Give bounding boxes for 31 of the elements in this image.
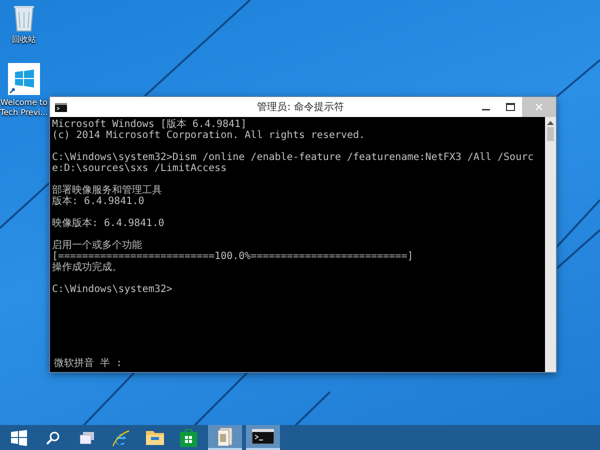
console-line: C:\Windows\system32> — [52, 284, 174, 295]
window-title: 管理员: 命令提示符 — [256, 101, 345, 114]
search-icon — [46, 430, 60, 444]
scroll-up-icon[interactable] — [547, 120, 554, 125]
console-taskbar-button[interactable] — [246, 425, 280, 450]
command-prompt-icon — [55, 102, 67, 112]
close-icon — [535, 103, 543, 111]
desktop-icon-label[interactable]: Welcome to Tech Previ... — [0, 98, 48, 118]
console-line: 操作成功完成。 — [52, 262, 123, 273]
browser-e-icon — [112, 428, 130, 446]
console-line: 启用一个或多个功能 — [52, 240, 143, 251]
scrollbar-thumb[interactable] — [547, 127, 554, 141]
console-line: C:\Windows\system32>Dism /online /enable-feature /featurename:NetFX3 /All /Source:D:\sources\sxs /LimitAccess — [52, 152, 535, 174]
ime-status: 微软拼音 半 : — [53, 356, 124, 371]
console-area[interactable] — [50, 117, 556, 372]
console-line: 版本: 6.4.9841.0 — [52, 196, 146, 207]
console-line: Microsoft Windows [版本 6.4.9841] — [52, 119, 248, 130]
console-line: (c) 2014 Microsoft Corporation. All rights reserved. — [52, 130, 366, 141]
console-line: 映像版本: 6.4.9841.0 — [52, 218, 166, 229]
command-prompt-icon — [252, 429, 274, 444]
maximize-icon — [506, 103, 514, 111]
document-stack-icon — [217, 426, 233, 446]
console-line: 部署映像服务和管理工具 — [52, 185, 163, 196]
windows-logo-icon — [8, 63, 40, 95]
desktop-icon-label[interactable]: 回收站 — [12, 35, 36, 45]
shopping-bag-icon — [180, 428, 197, 446]
task-view-icon — [80, 432, 94, 444]
scrollbar[interactable] — [545, 117, 556, 372]
windows-logo-icon — [10, 430, 26, 446]
folder-icon — [146, 430, 164, 445]
console-line: [==========================100.0%==========================] — [52, 251, 414, 262]
